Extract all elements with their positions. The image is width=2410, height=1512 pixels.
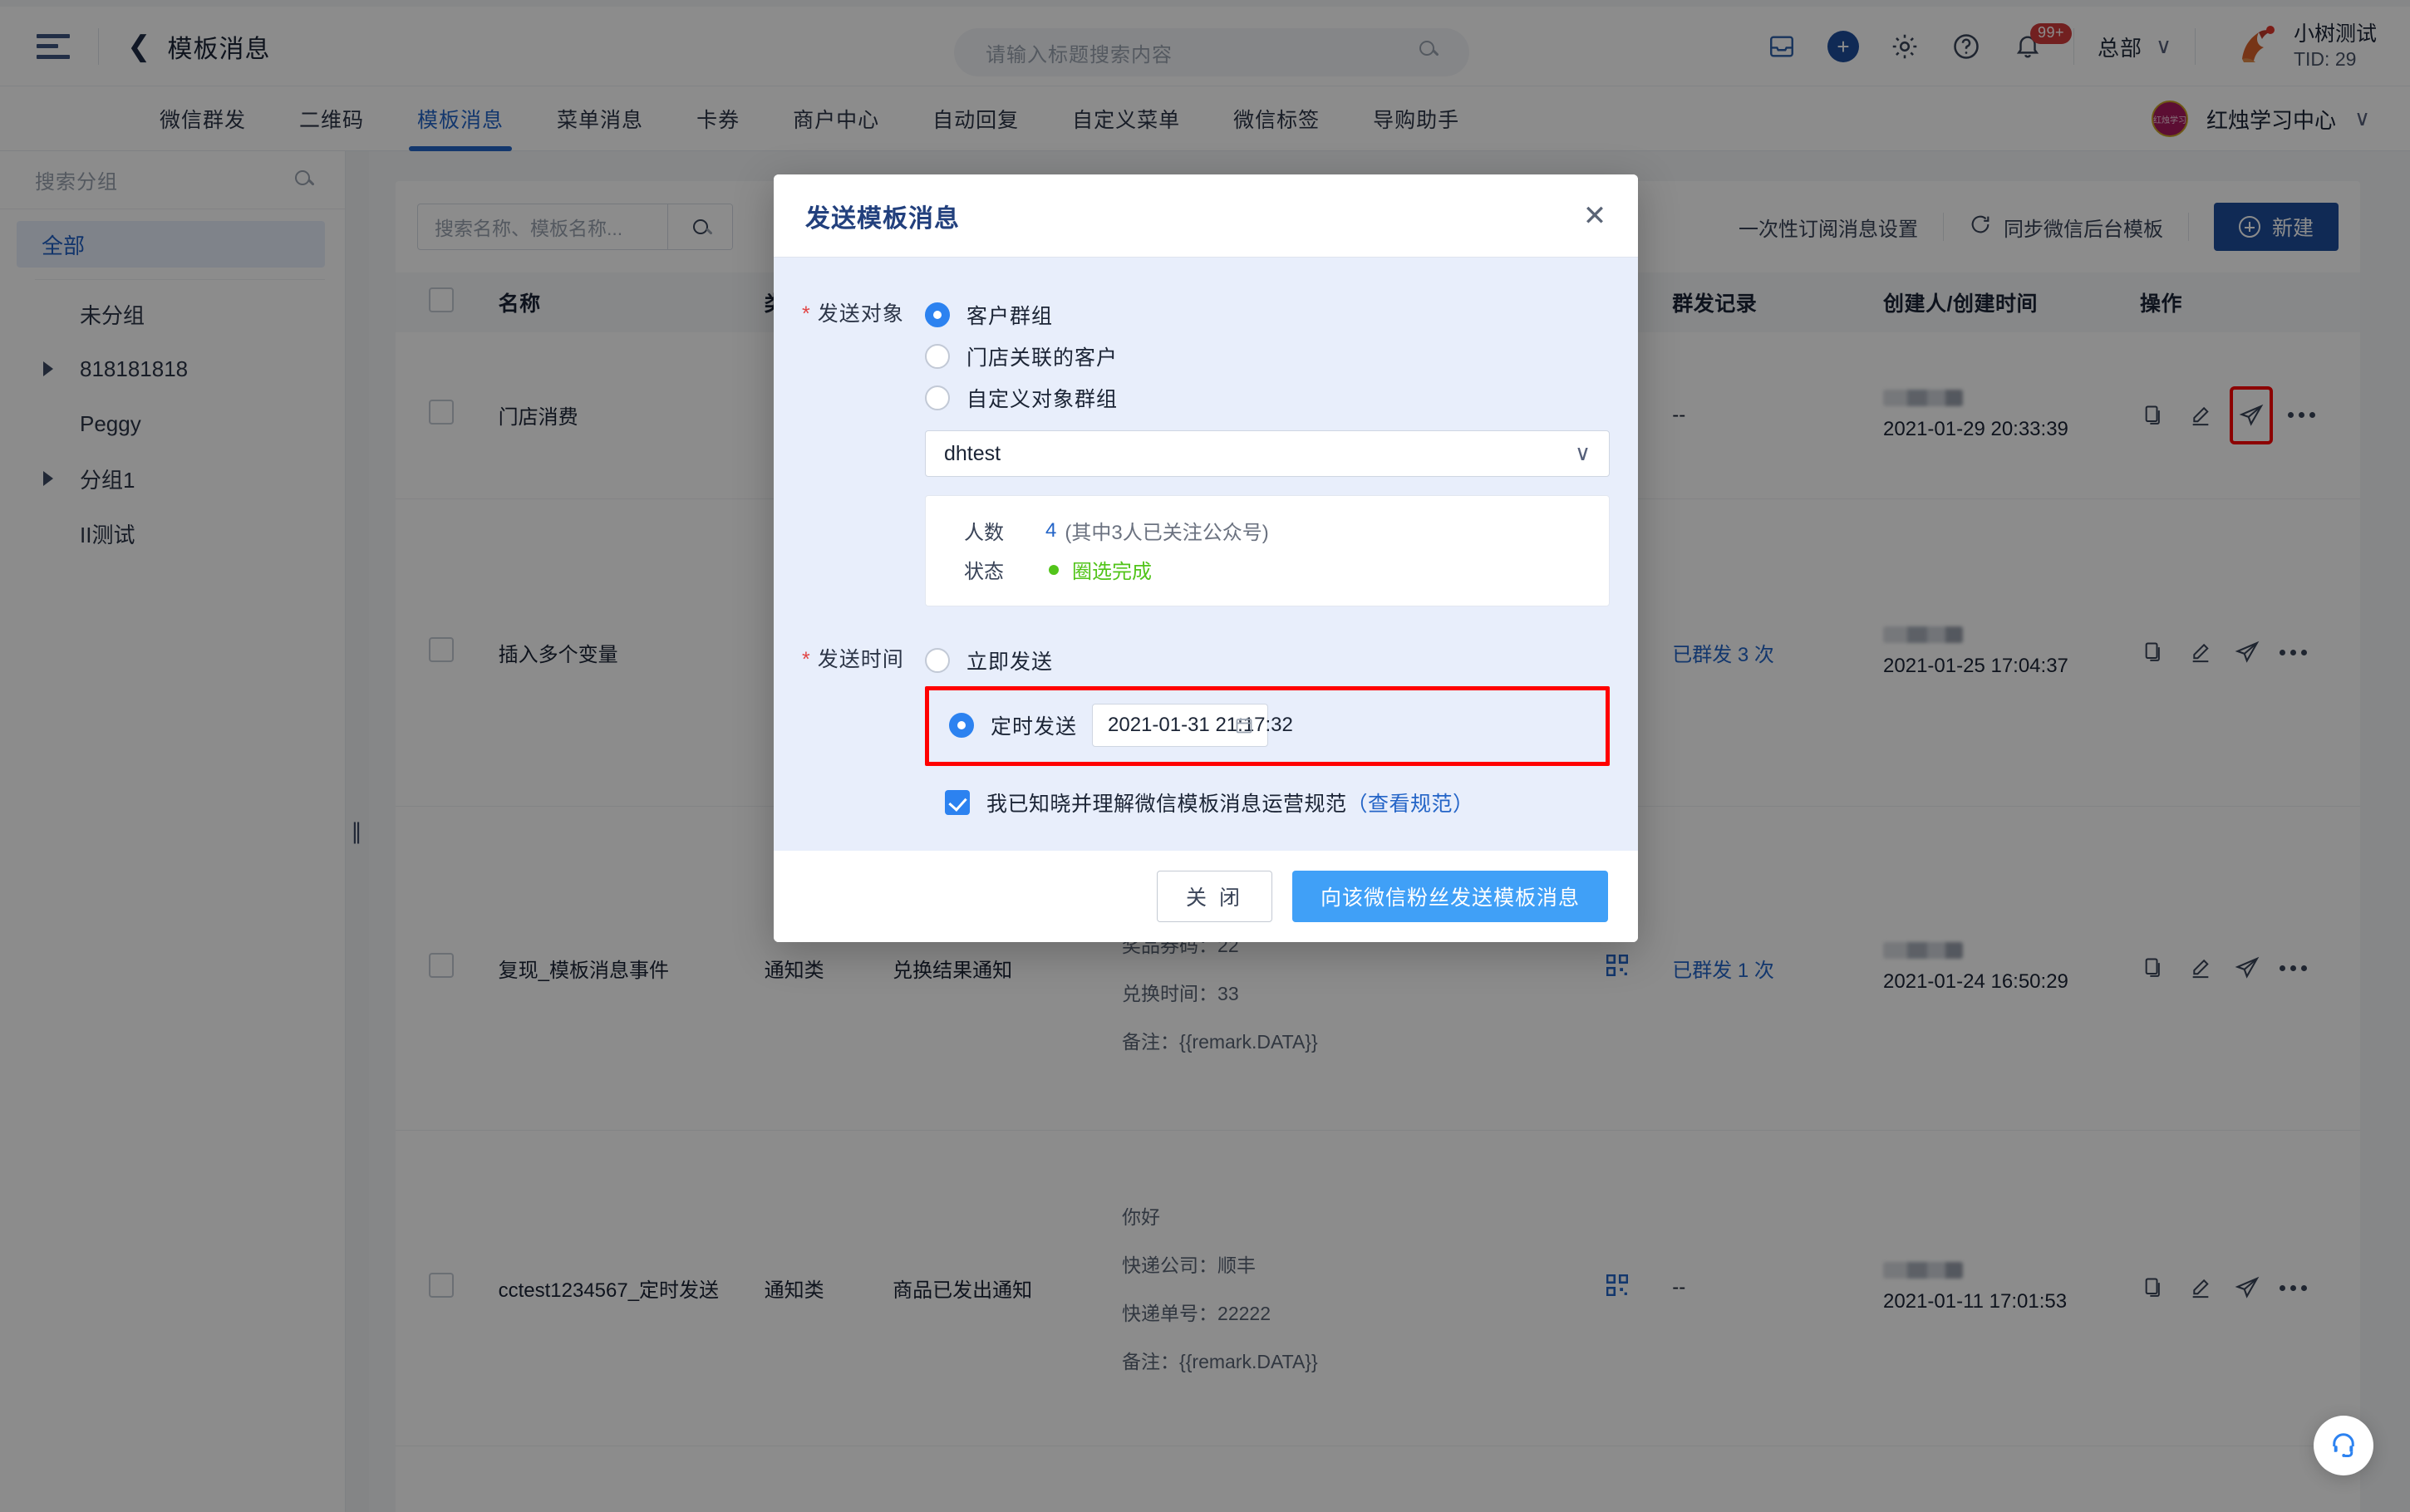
group-status-row: 状态 圈选完成 [964, 555, 1609, 584]
headset-icon [2329, 1429, 2358, 1463]
calendar-icon[interactable] [1234, 715, 1254, 739]
send-time-control: 立即发送 定时发送 2021-01-31 21:17:32 我已知晓并理解微信模… [925, 640, 1638, 817]
modal-header: 发送模板消息 ✕ [774, 174, 1638, 258]
agreement-text: 我已知晓并理解微信模板消息运营规范 [986, 793, 1347, 816]
radio-label: 自定义对象群组 [966, 388, 1119, 411]
radio-icon[interactable] [925, 302, 950, 327]
radio-store-customers[interactable]: 门店关联的客户 [925, 336, 1610, 377]
datetime-input[interactable]: 2021-01-31 21:17:32 [1092, 704, 1293, 747]
datetime-value: 2021-01-31 21:17:32 [1108, 714, 1293, 736]
radio-label: 立即发送 [966, 650, 1054, 674]
send-time-label: * 发送时间 [802, 640, 925, 673]
radio-label: 定时发送 [991, 715, 1078, 739]
send-time-label-text: 发送时间 [817, 648, 904, 671]
modal-footer: 关 闭 向该微信粉丝发送模板消息 [774, 851, 1638, 942]
radio-send-scheduled[interactable]: 定时发送 2021-01-31 21:17:32 [929, 704, 1606, 747]
radio-send-immediately[interactable]: 立即发送 [925, 640, 1610, 681]
radio-label: 客户群组 [966, 305, 1054, 328]
chevron-down-icon: ∨ [1574, 441, 1591, 466]
modal-body: * 发送对象 客户群组 门店关联的客户 自定义对象群组 dhtest ∨ 人数 … [774, 258, 1638, 851]
group-status-value: 圈选完成 [1072, 561, 1152, 583]
status-dot-icon [1049, 564, 1059, 575]
radio-icon[interactable] [925, 648, 950, 673]
radio-icon[interactable] [925, 344, 950, 369]
view-rules-link[interactable]: （查看规范） [1347, 788, 1474, 817]
send-target-label-text: 发送对象 [817, 302, 904, 326]
send-target-label: * 发送对象 [802, 294, 925, 327]
cancel-button[interactable]: 关 闭 [1157, 871, 1272, 922]
group-info-box: 人数 4 (其中3人已关注公众号) 状态 圈选完成 [925, 495, 1610, 606]
send-target-field: * 发送对象 客户群组 门店关联的客户 自定义对象群组 dhtest ∨ 人数 … [774, 294, 1638, 606]
submit-button[interactable]: 向该微信粉丝发送模板消息 [1291, 871, 1608, 922]
agreement-checkbox[interactable] [945, 790, 970, 815]
close-icon[interactable]: ✕ [1580, 201, 1610, 231]
required-asterisk: * [802, 302, 811, 326]
group-count-label: 人数 [964, 522, 1004, 544]
send-template-modal: 发送模板消息 ✕ * 发送对象 客户群组 门店关联的客户 自定义对象群组 dht… [774, 174, 1638, 942]
customer-group-select[interactable]: dhtest ∨ [925, 430, 1610, 477]
group-count-value: 4 [1045, 518, 1057, 542]
agreement-row[interactable]: 我已知晓并理解微信模板消息运营规范 （查看规范） [925, 788, 1610, 817]
required-asterisk: * [802, 648, 811, 671]
radio-icon[interactable] [949, 713, 974, 738]
group-count-row: 人数 4 (其中3人已关注公众号) [964, 516, 1609, 545]
support-fab[interactable] [2314, 1416, 2373, 1475]
scheduled-send-highlight: 定时发送 2021-01-31 21:17:32 [925, 686, 1610, 766]
send-time-field: * 发送时间 立即发送 定时发送 2021-01-31 21:17:32 我已知… [774, 640, 1638, 817]
radio-customer-group[interactable]: 客户群组 [925, 294, 1610, 336]
group-count-note: (其中3人已关注公众号) [1065, 522, 1269, 544]
radio-custom-group[interactable]: 自定义对象群组 [925, 377, 1610, 419]
customer-group-value: dhtest [944, 441, 1001, 465]
radio-label: 门店关联的客户 [966, 346, 1119, 370]
radio-icon[interactable] [925, 385, 950, 410]
group-status-label: 状态 [964, 561, 1004, 583]
send-target-control: 客户群组 门店关联的客户 自定义对象群组 dhtest ∨ 人数 4 (其中3人… [925, 294, 1638, 606]
modal-title: 发送模板消息 [805, 204, 960, 233]
app-root: ❮ 模板消息 请输入标题搜索内容 + 99+ 总部 ∨ 小树测试 TID: 29… [0, 0, 2410, 1512]
